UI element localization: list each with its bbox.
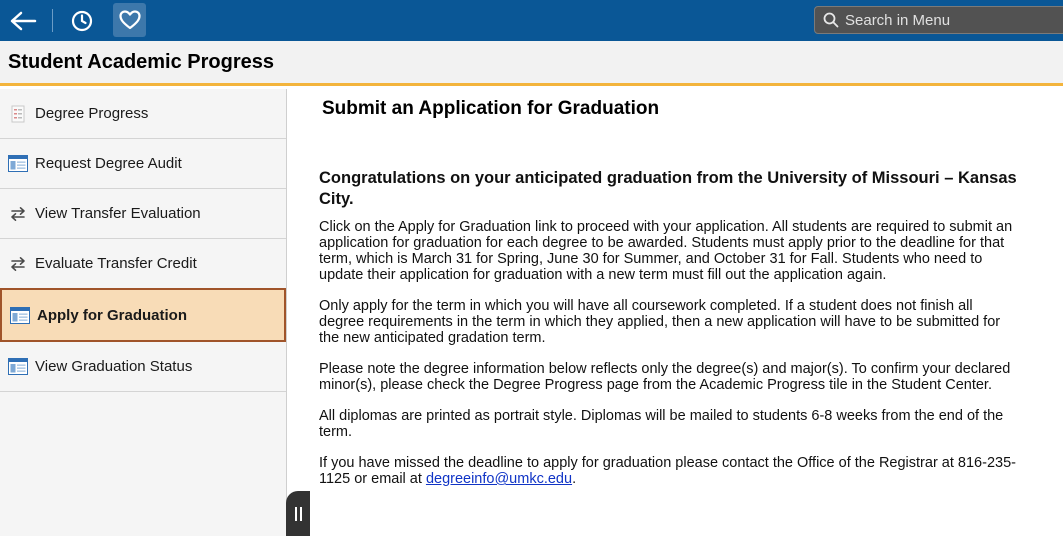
clock-icon — [71, 10, 93, 31]
sidebar-item-view-transfer-evaluation[interactable]: View Transfer Evaluation — [0, 189, 286, 239]
paragraph-term-requirement: Only apply for the term in which you wil… — [319, 298, 1001, 346]
sidebar-item-label: Degree Progress — [35, 105, 149, 122]
main-content: Submit an Application for Graduation Con… — [288, 89, 1063, 536]
sidebar-item-evaluate-transfer-credit[interactable]: Evaluate Transfer Credit — [0, 239, 286, 289]
sidebar-collapse-handle[interactable] — [286, 491, 310, 536]
toolbar-divider — [52, 9, 53, 32]
sidebar-nav: Degree Progress Request Degree Audit Vie… — [0, 89, 287, 536]
back-button[interactable] — [4, 0, 42, 41]
search-input[interactable] — [845, 11, 1055, 29]
congratulations-heading: Congratulations on your anticipated grad… — [319, 169, 1017, 208]
window-icon — [8, 154, 28, 174]
menu-search[interactable] — [814, 6, 1063, 34]
heart-icon — [118, 10, 141, 30]
window-icon — [10, 305, 30, 325]
sidebar-item-view-graduation-status[interactable]: View Graduation Status — [0, 342, 286, 392]
contact-end: . — [572, 471, 577, 487]
transfer-arrows-icon — [8, 254, 28, 274]
grip-bar — [299, 506, 302, 521]
sidebar-item-label: View Graduation Status — [35, 358, 193, 375]
grip-bar — [294, 506, 297, 521]
favorites-button[interactable] — [113, 3, 146, 37]
transfer-arrows-icon — [8, 204, 28, 224]
sidebar-item-request-degree-audit[interactable]: Request Degree Audit — [0, 139, 286, 189]
sidebar-item-label: Request Degree Audit — [35, 155, 182, 172]
content-body: Congratulations on your anticipated grad… — [319, 168, 1019, 502]
email-link[interactable]: degreeinfo@umkc.edu — [426, 471, 572, 487]
content-title: Submit an Application for Graduation — [322, 98, 660, 119]
search-icon — [823, 12, 839, 28]
sidebar-item-degree-progress[interactable]: Degree Progress — [0, 89, 286, 139]
paragraph-degree-note: Please note the degree information below… — [319, 361, 1011, 393]
page-title: Student Academic Progress — [8, 51, 275, 73]
paragraph-contact: If you have missed the deadline to apply… — [319, 455, 1019, 487]
top-bar — [0, 0, 1063, 41]
sidebar-item-label: Apply for Graduation — [37, 306, 187, 324]
page-header: Student Academic Progress — [0, 41, 1063, 86]
paragraph-diplomas: All diplomas are printed as portrait sty… — [319, 408, 1004, 440]
back-arrow-icon — [10, 11, 37, 30]
sidebar-item-label: Evaluate Transfer Credit — [35, 255, 197, 272]
contact-text: If you have missed the deadline to apply… — [319, 455, 1016, 487]
sidebar-item-label: View Transfer Evaluation — [35, 205, 201, 222]
history-button[interactable] — [64, 0, 100, 41]
paragraph-apply-instructions: Click on the Apply for Graduation link t… — [319, 219, 1013, 283]
report-icon — [8, 104, 28, 124]
sidebar-item-apply-for-graduation[interactable]: Apply for Graduation — [0, 288, 286, 342]
window-icon — [8, 357, 28, 377]
